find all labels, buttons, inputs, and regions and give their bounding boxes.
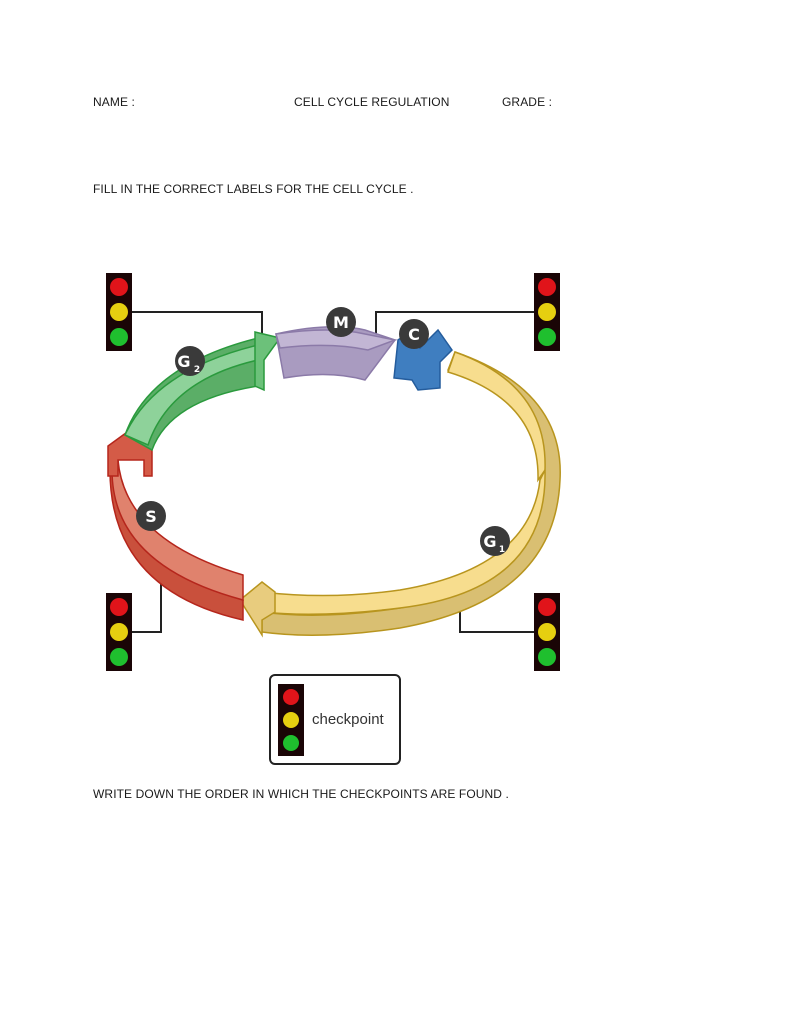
label-g2: G 2 <box>175 346 205 376</box>
cell-cycle-diagram: G 2 M C S G 1 checkpoint <box>106 273 561 765</box>
legend-label: checkpoint <box>312 711 385 728</box>
label-g1-letter: G <box>483 532 496 551</box>
phase-s-arrow <box>107 429 244 621</box>
label-m: M <box>326 307 356 337</box>
checkpoint-light-bottom-left <box>106 593 132 671</box>
checkpoint-light-top-right <box>534 273 560 351</box>
legend-box: checkpoint <box>269 674 401 765</box>
label-g1: G 1 <box>480 526 510 556</box>
label-c-letter: C <box>408 325 420 344</box>
connector-g1-checkpoint <box>459 605 534 633</box>
label-g2-sub: 2 <box>194 365 200 375</box>
label-g1-sub: 1 <box>499 545 505 555</box>
label-s-letter: S <box>145 507 157 526</box>
phase-g1-arrow <box>239 351 561 638</box>
label-c: C <box>399 319 429 349</box>
phase-g2-arrow <box>123 331 282 452</box>
instruction-write-order: WRITE DOWN THE ORDER IN WHICH THE CHECKP… <box>93 787 509 801</box>
connector-g2-checkpoint <box>132 311 263 342</box>
connector-s-checkpoint <box>132 575 162 633</box>
label-m-letter: M <box>333 313 349 332</box>
label-g2-letter: G <box>177 352 190 371</box>
checkpoint-light-top-left <box>106 273 132 351</box>
label-s: S <box>136 501 166 531</box>
checkpoint-light-bottom-right <box>534 593 560 671</box>
